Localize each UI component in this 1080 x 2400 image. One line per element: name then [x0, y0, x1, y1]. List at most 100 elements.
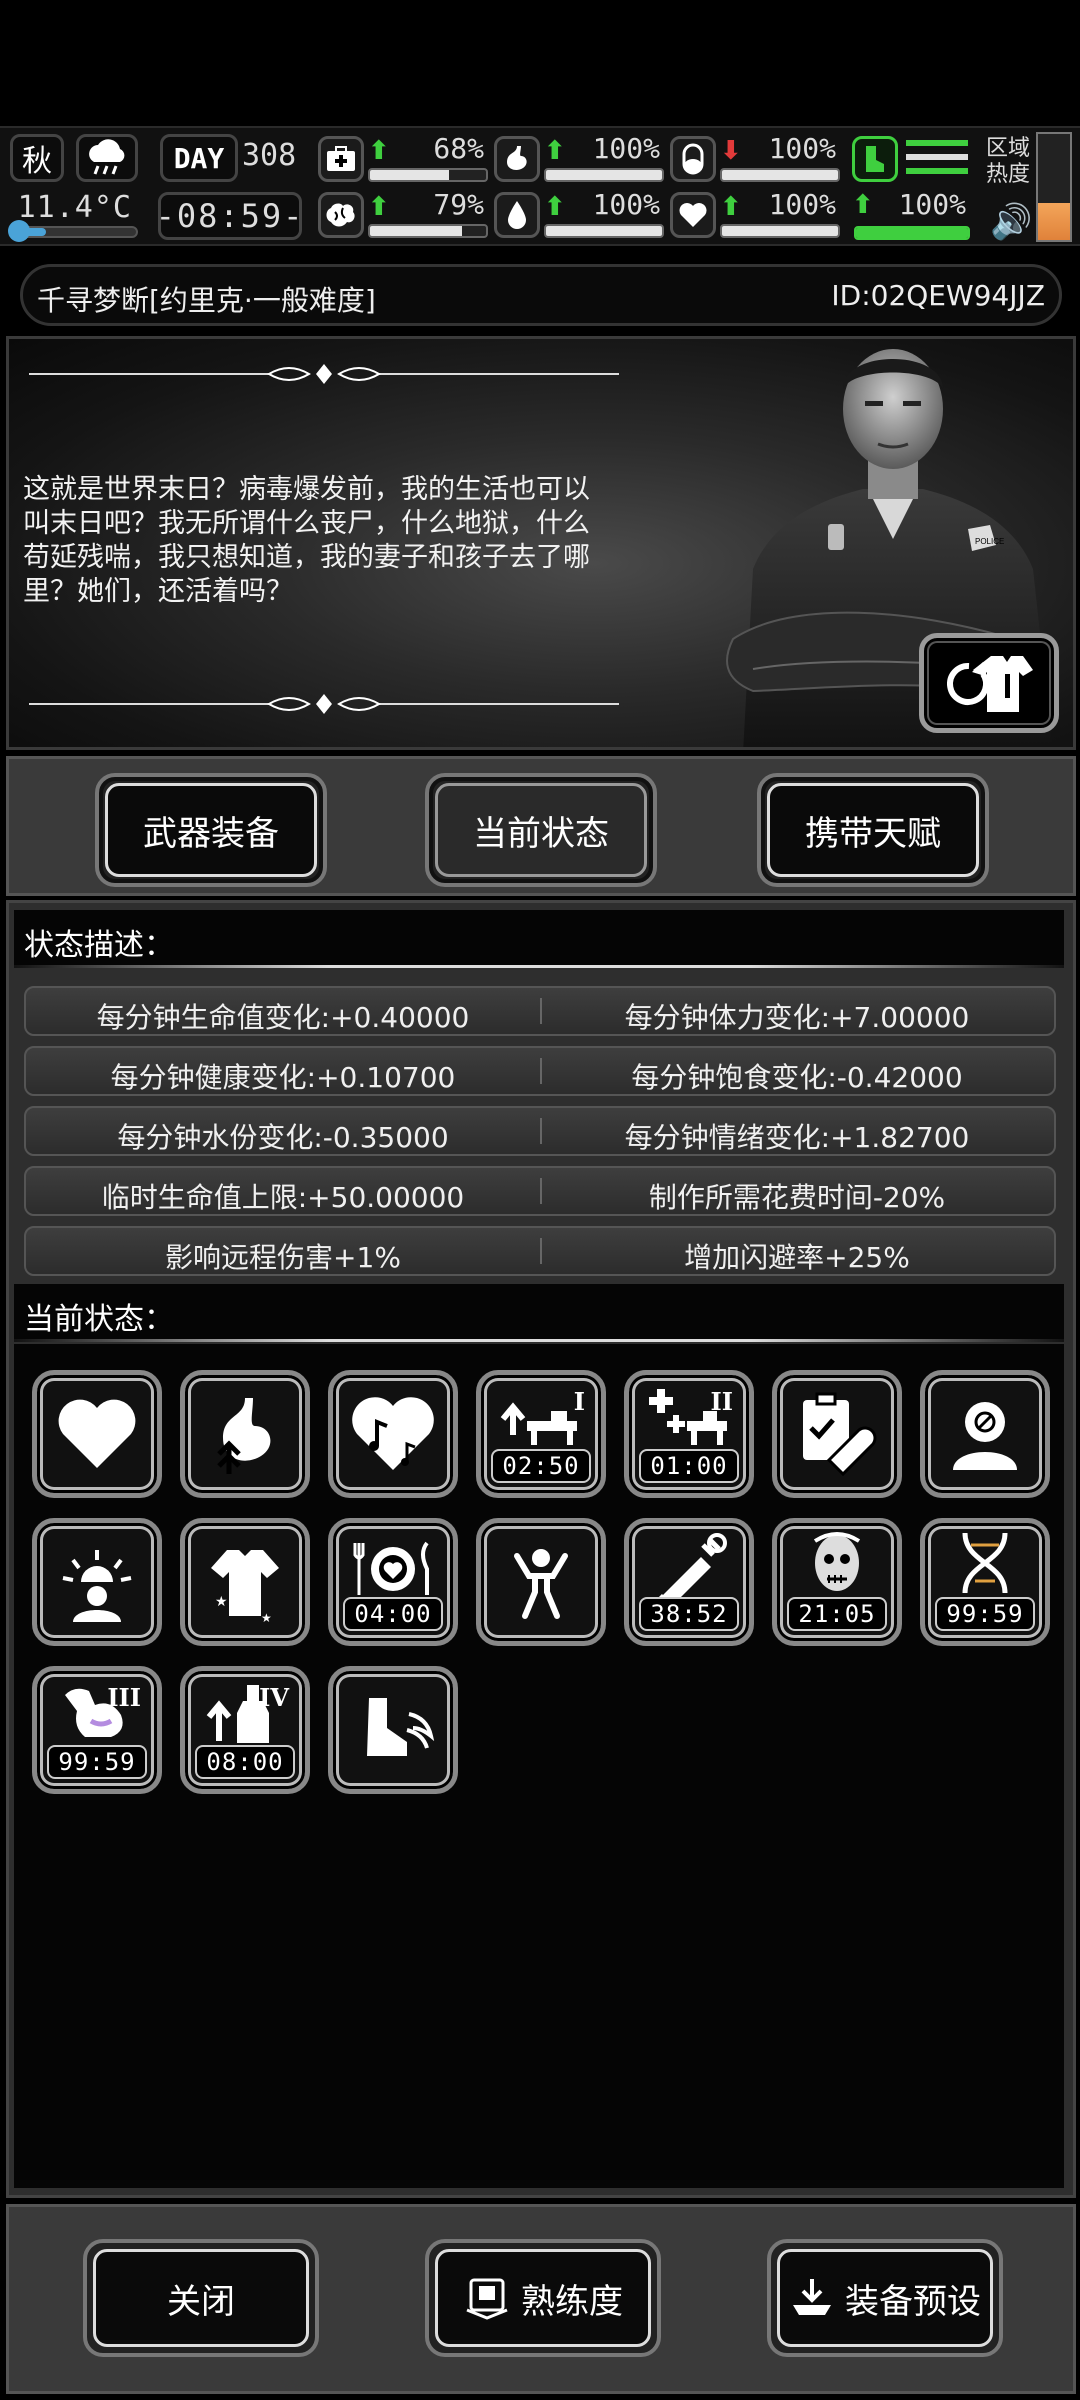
zone-heat-label: 区域 热度 — [986, 136, 1031, 187]
day-label: DAY — [160, 134, 238, 182]
character-name: 千寻梦断[约里克·一般难度] — [37, 284, 376, 317]
status-effect-sick[interactable] — [920, 1370, 1050, 1498]
temperature-value: 11.4°C — [17, 190, 132, 225]
proficiency-button[interactable]: 熟练度 — [425, 2239, 661, 2357]
trend-arrow-down-icon: ⬇ — [720, 136, 742, 166]
alarm-person-icon — [62, 1550, 132, 1622]
hunger-stat: ⬆ 100% — [494, 132, 664, 186]
effect-timer: 21:05 — [787, 1597, 887, 1631]
status-effect-heart[interactable] — [32, 1370, 162, 1498]
status-description-heading: 状态描述： — [14, 910, 1064, 968]
proficiency-icon — [466, 2278, 508, 2320]
speaker-icon[interactable]: 🔊 — [990, 202, 1032, 242]
stomach-icon — [494, 136, 540, 182]
divider-ornament — [29, 364, 619, 384]
mood-value: 100% — [768, 188, 836, 221]
status-effect-prescription[interactable] — [772, 1370, 902, 1498]
effect-timer: 99:59 — [935, 1597, 1035, 1631]
effect-timer: 01:00 — [639, 1449, 739, 1483]
trend-arrow-up-icon: ⬆ — [544, 136, 566, 166]
level-badge: IV — [259, 1683, 289, 1712]
effect-timer: 02:50 — [491, 1449, 591, 1483]
bottom-action-bar: 关闭 熟练度 装备预设 — [6, 2204, 1076, 2394]
hunger-value: 100% — [592, 132, 660, 165]
level-badge: II — [710, 1387, 733, 1416]
tab-current-status[interactable]: 当前状态 — [425, 773, 657, 887]
health-value: 68% — [433, 132, 484, 165]
tab-talents[interactable]: 携带天赋 — [757, 773, 989, 887]
status-effect-injection[interactable]: 38:52 — [624, 1518, 754, 1646]
stamina-value: 100% — [898, 188, 966, 221]
status-desc-row: 每分钟水份变化:-0.35000 每分钟情绪变化:+1.82700 — [24, 1106, 1056, 1156]
status-effect-gene[interactable]: 99:59 — [920, 1518, 1050, 1646]
status-effect-hunger-boost[interactable] — [180, 1370, 310, 1498]
game-clock: -08:59- — [156, 192, 302, 240]
zone-heat-meter — [1036, 132, 1072, 242]
character-title-bar: 千寻梦断[约里克·一般难度] ID:02QEW94JJZ — [20, 264, 1062, 326]
season-indicator: 秋 — [10, 134, 64, 182]
status-effect-music-mood[interactable] — [328, 1370, 458, 1498]
boot-icon — [852, 136, 898, 182]
mood-stat: ⬆ 100% — [670, 188, 840, 242]
outfit-swap-icon — [947, 656, 1033, 712]
trend-arrow-up-icon: ⬆ — [720, 192, 742, 222]
temperature-gauge: 11.4°C — [8, 188, 138, 242]
brain-icon — [318, 192, 364, 238]
status-desc-row: 影响远程伤害+1% 增加闪避率+25% — [24, 1226, 1056, 1276]
preset-download-icon — [793, 2279, 831, 2315]
immunity-value: 100% — [768, 132, 836, 165]
status-effect-infection[interactable]: 21:05 — [772, 1518, 902, 1646]
level-badge: III — [107, 1683, 141, 1712]
divider-ornament — [29, 694, 619, 714]
water-drop-icon — [494, 192, 540, 238]
effect-timer: 99:59 — [47, 1745, 147, 1779]
svg-text:★: ★ — [215, 1594, 228, 1610]
status-desc-row: 每分钟健康变化:+0.10700 每分钟饱食变化:-0.42000 — [24, 1046, 1056, 1096]
status-effect-workbench-boost[interactable]: I 02:50 — [476, 1370, 606, 1498]
heart-icon — [670, 192, 716, 238]
tab-weapons-equipment[interactable]: 武器装备 — [95, 773, 327, 887]
status-effect-muscle[interactable]: III 99:59 — [32, 1666, 162, 1794]
tab-bar: 武器装备 当前状态 携带天赋 — [6, 756, 1076, 896]
strong-person-icon — [514, 1549, 568, 1619]
player-id: ID:02QEW94JJZ — [831, 279, 1045, 312]
winged-boot-icon — [367, 1698, 435, 1756]
thirst-stat: ⬆ 100% — [494, 188, 664, 242]
equipment-preset-button[interactable]: 装备预设 — [767, 2239, 1003, 2357]
day-counter: 308 — [242, 138, 297, 173]
trend-arrow-up-icon: ⬆ — [368, 192, 390, 222]
svg-text:★: ★ — [261, 1611, 272, 1625]
status-effect-medical-workbench[interactable]: II 01:00 — [624, 1370, 754, 1498]
change-outfit-button[interactable] — [919, 633, 1059, 733]
status-desc-row: 临时生命值上限:+50.00000 制作所需花费时间-20% — [24, 1166, 1056, 1216]
trend-arrow-up-icon: ⬆ — [368, 136, 390, 166]
status-effect-clothing[interactable]: ★ ★ — [180, 1518, 310, 1646]
level-badge: I — [573, 1387, 585, 1416]
shirt-icon: ★★ — [211, 1550, 279, 1625]
stamina-stat: ⬆ 100% — [852, 132, 970, 242]
prescription-pill-icon — [803, 1392, 877, 1477]
police-badge: POLICE — [975, 537, 1004, 546]
status-effect-alarm[interactable] — [32, 1518, 162, 1646]
immunity-stat: ⬇ 100% — [670, 132, 840, 186]
heart-icon — [58, 1399, 136, 1468]
story-panel: 这就是世界末日？病毒爆发前，我的生活也可以叫末日吧？我无所谓什么丧尸，什么地狱，… — [6, 336, 1076, 750]
story-text: 这就是世界末日？病毒爆发前，我的生活也可以叫末日吧？我无所谓什么丧尸，什么地狱，… — [23, 474, 590, 607]
thermometer-icon — [8, 220, 30, 242]
sick-person-icon — [953, 1402, 1017, 1470]
stomach-boost-icon — [217, 1398, 271, 1474]
status-effect-meal[interactable]: 04:00 — [328, 1518, 458, 1646]
status-effect-strength[interactable] — [476, 1518, 606, 1646]
status-effect-agility[interactable] — [328, 1666, 458, 1794]
trend-arrow-up-icon: ⬆ — [852, 190, 874, 220]
status-effects-grid: I 02:50 II 01:00 ★ ★ 04:00 38:52 21:05 99… — [14, 1344, 1064, 2188]
medkit-icon — [318, 136, 364, 182]
rain-cloud-icon — [76, 134, 138, 182]
season-label: 秋 — [22, 144, 52, 179]
close-button[interactable]: 关闭 — [83, 2239, 319, 2357]
trend-arrow-up-icon: ⬆ — [544, 192, 566, 222]
music-heart-icon — [352, 1397, 434, 1470]
effect-timer: 08:00 — [195, 1745, 295, 1779]
status-effect-drink-boost[interactable]: IV 08:00 — [180, 1666, 310, 1794]
sanity-stat: ⬆ 79% — [318, 188, 488, 242]
